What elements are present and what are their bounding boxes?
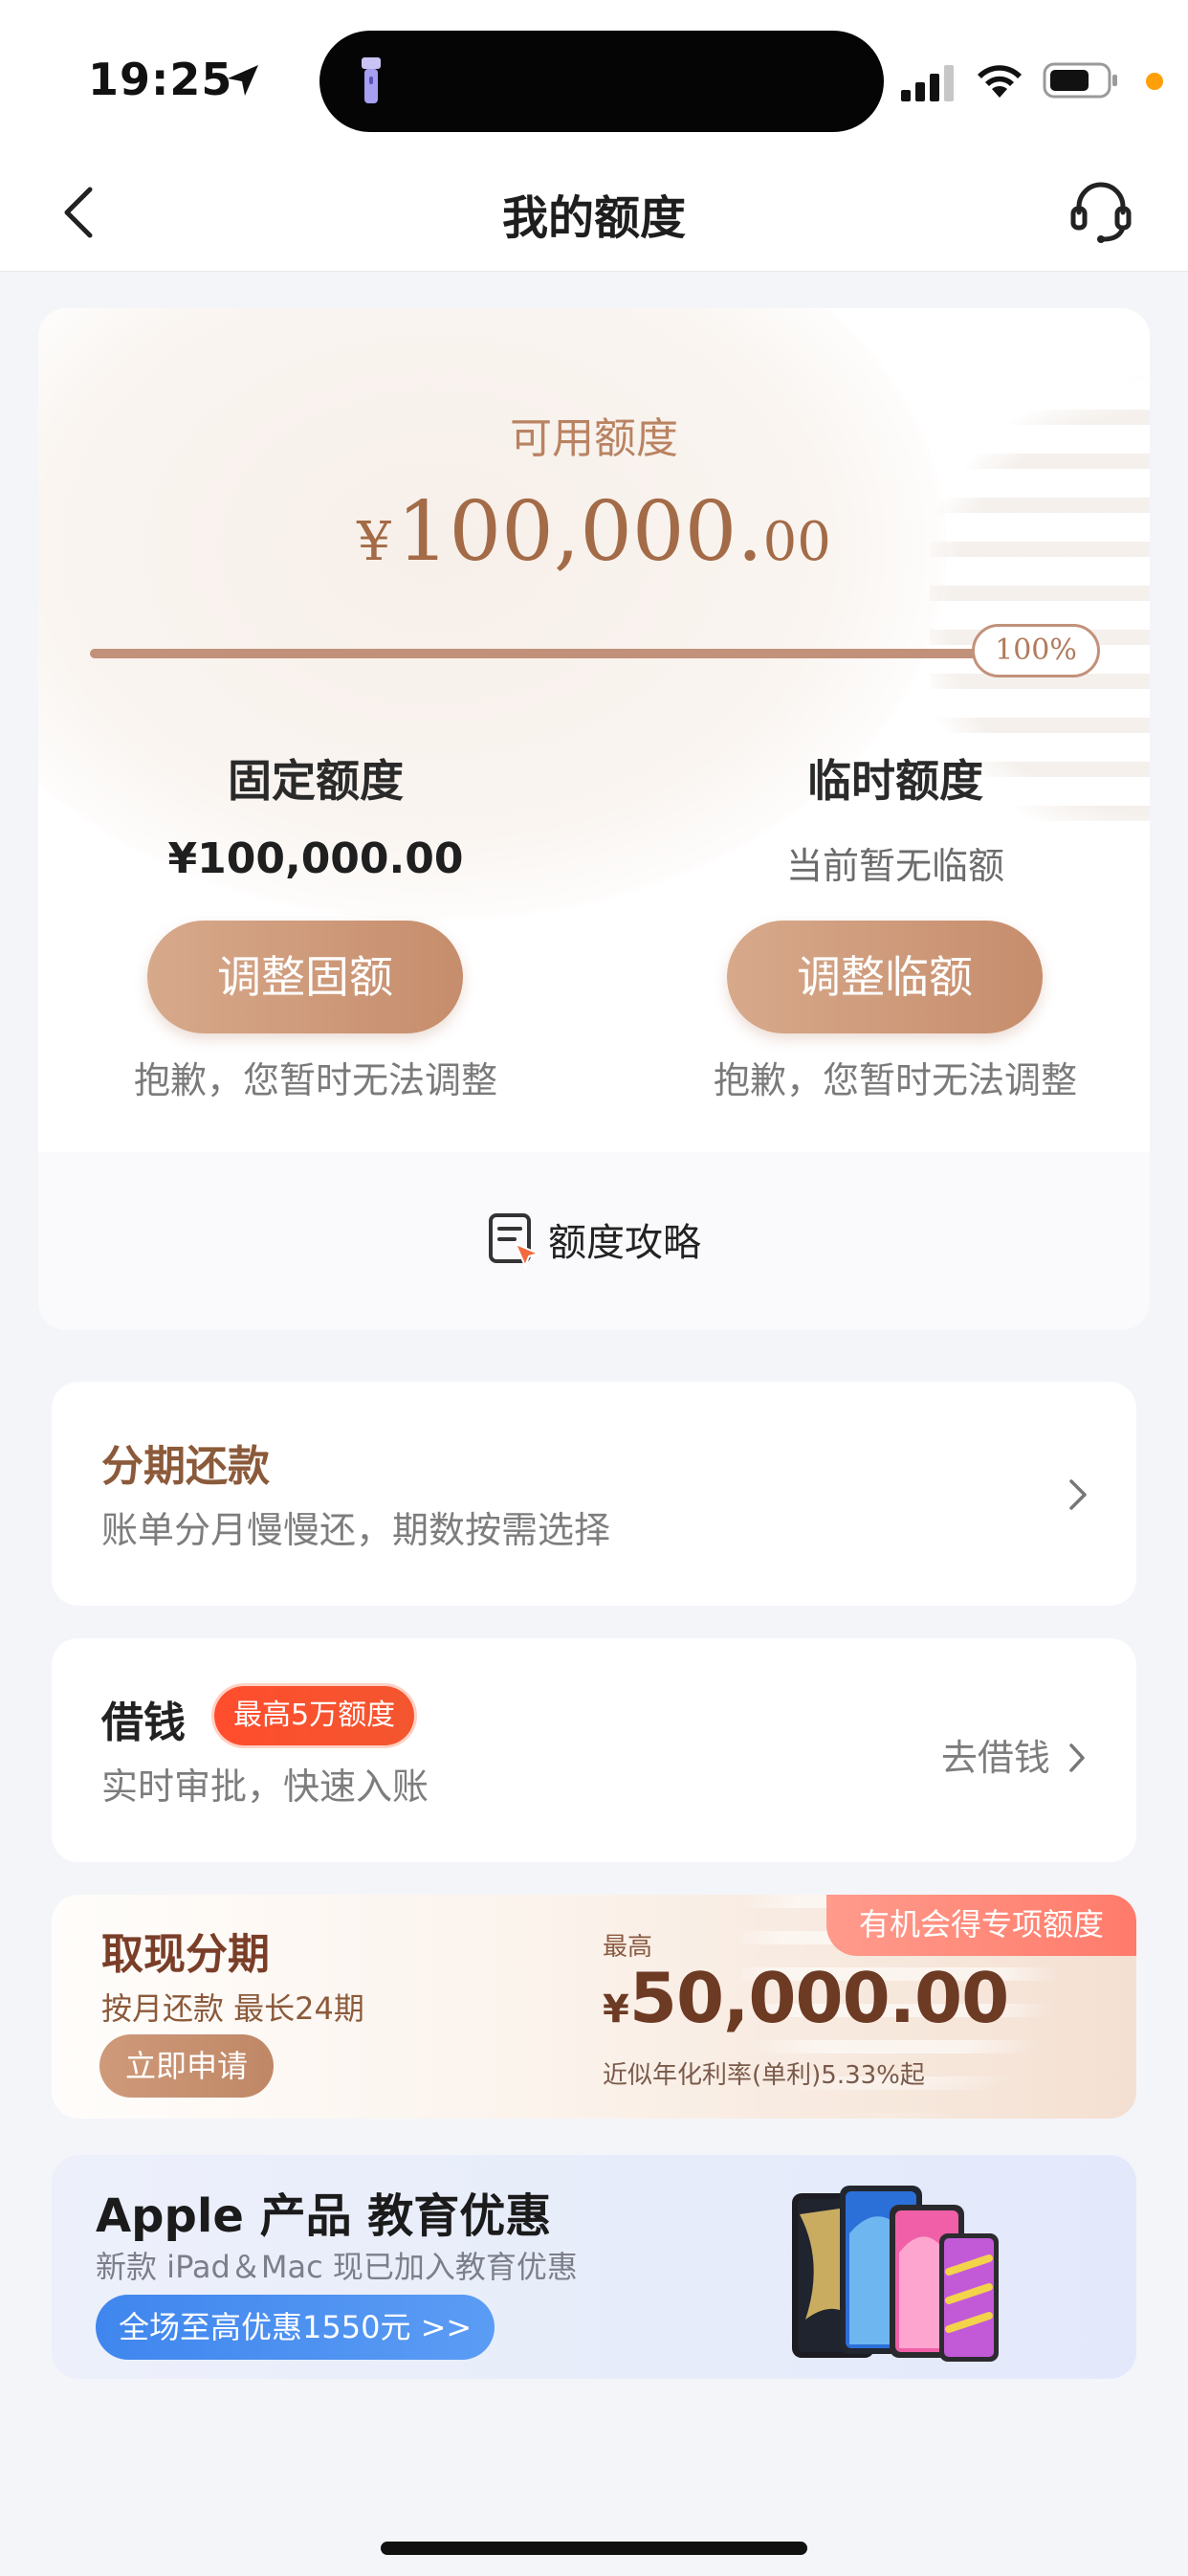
cash-installment-subtitle: 按月还款 最长24期 — [101, 1990, 364, 2027]
quota-strategy-bar: 额度攻略 — [38, 1152, 1150, 1330]
fixed-quota-value: ¥100,000.00 — [167, 834, 464, 883]
max-amount-value: ¥50,000.00 — [603, 1958, 1009, 2038]
status-time: 19:25 — [88, 54, 233, 105]
battery-icon — [1043, 62, 1117, 99]
apple-banner-subtitle: 新款 iPad＆Mac 现已加入教育优惠 — [96, 2249, 578, 2285]
available-quota-label: 可用额度 — [510, 414, 678, 463]
strategy-document-icon — [489, 1213, 541, 1269]
apple-discount-button[interactable]: 全场至高优惠1550元 >> — [96, 2295, 495, 2360]
chevron-right-icon — [1069, 1479, 1087, 1510]
fixed-adjust-note: 抱歉，您暂时无法调整 — [133, 1059, 497, 1101]
available-amount-integer: 100,000. — [396, 484, 763, 580]
cash-installment-card[interactable]: 有机会得专项额度 取现分期 按月还款 最长24期 立即申请 最高 ¥50,000… — [52, 1895, 1136, 2119]
ipad-devices-image — [792, 2186, 999, 2362]
status-bar: 19:25 — [0, 0, 1188, 153]
borrow-limit-badge: 最高5万额度 — [214, 1686, 415, 1745]
cash-installment-title: 取现分期 — [101, 1930, 270, 1979]
wifi-icon — [978, 65, 1022, 98]
available-quota-amount: ¥100,000.00 — [38, 484, 1150, 580]
interest-rate-text: 近似年化利率(单利)5.33%起 — [603, 2061, 925, 2090]
quota-progress-fill — [90, 649, 1018, 658]
fixed-quota-section: 固定额度 ¥100,000.00 — [67, 746, 564, 883]
customer-service-headset-icon[interactable] — [1069, 176, 1133, 247]
quota-progress-track — [90, 649, 1018, 658]
installment-repayment-card[interactable]: 分期还款 账单分月慢慢还，期数按需选择 — [52, 1382, 1136, 1606]
dynamic-island — [319, 31, 884, 132]
temporary-quota-value: 当前暂无临额 — [785, 845, 1004, 887]
apple-education-banner[interactable]: Apple 产品 教育优惠 新款 iPad＆Mac 现已加入教育优惠 全场至高优… — [52, 2155, 1136, 2379]
temporary-quota-section: 临时额度 当前暂无临额 — [647, 746, 1144, 889]
apple-banner-title: Apple 产品 教育优惠 — [96, 2189, 552, 2243]
location-arrow-icon — [228, 65, 258, 96]
go-borrow-label: 去借钱 — [940, 1737, 1050, 1779]
cellular-signal-icon — [901, 65, 954, 101]
installment-subtitle: 账单分月慢慢还，期数按需选择 — [101, 1509, 611, 1551]
nav-bar: 我的额度 — [0, 153, 1188, 272]
max-amount-number: 50,000.00 — [628, 1958, 1009, 2038]
page-title: 我的额度 — [501, 191, 686, 245]
fixed-quota-title: 固定额度 — [228, 755, 404, 807]
privacy-indicator-dot — [1146, 73, 1163, 90]
apply-now-button[interactable]: 立即申请 — [99, 2034, 274, 2098]
quota-progress-badge: 100% — [972, 624, 1100, 677]
quota-strategy-label: 额度攻略 — [548, 1221, 701, 1265]
quota-card: 可用额度 ¥100,000.00 100% 固定额度 ¥100,000.00 临… — [38, 308, 1150, 1330]
borrow-card[interactable]: 借钱 最高5万额度 实时审批，快速入账 去借钱 — [52, 1638, 1136, 1862]
chevron-right-icon — [1069, 1743, 1085, 1772]
temporary-quota-title: 临时额度 — [807, 755, 983, 807]
special-quota-tag: 有机会得专项额度 — [825, 1895, 1136, 1956]
currency-symbol: ¥ — [357, 511, 391, 573]
quota-strategy-link[interactable]: 额度攻略 — [38, 1210, 1150, 1269]
flashlight-icon — [362, 57, 381, 103]
adjust-temporary-quota-button[interactable]: 调整临额 — [727, 921, 1043, 1033]
available-amount-cents: 00 — [762, 511, 831, 573]
installment-title: 分期还款 — [101, 1442, 270, 1491]
currency-symbol: ¥ — [603, 1988, 629, 2032]
home-indicator — [381, 2542, 807, 2555]
go-borrow-link[interactable]: 去借钱 — [941, 1728, 1087, 1781]
borrow-subtitle: 实时审批，快速入账 — [101, 1765, 429, 1808]
borrow-title: 借钱 — [101, 1699, 186, 1747]
adjust-fixed-quota-button[interactable]: 调整固额 — [147, 921, 463, 1033]
temporary-adjust-note: 抱歉，您暂时无法调整 — [713, 1059, 1077, 1101]
